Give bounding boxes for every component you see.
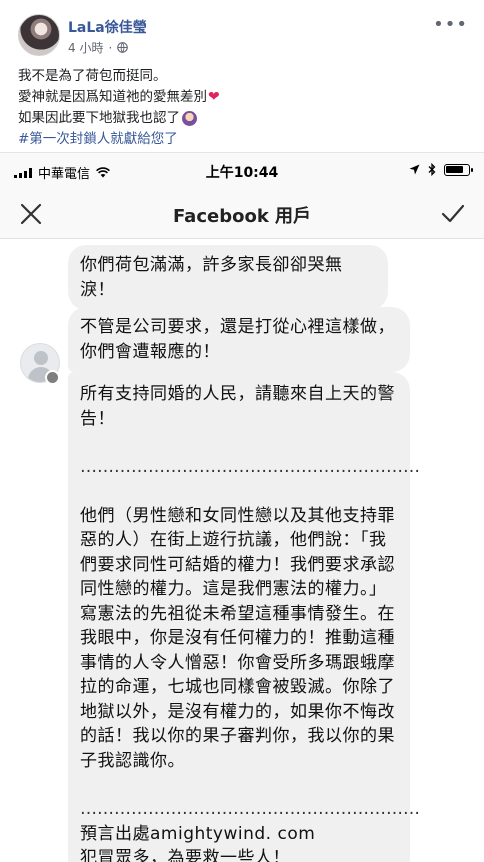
message-intro: 所有支持同婚的人民，請聽來自上天的警告！ xyxy=(80,384,395,429)
dotted-separator: …………………………………………………… xyxy=(80,799,420,819)
dotted-separator: …………………………………………………… xyxy=(80,457,420,477)
conversation-title: Facebook 用戶 xyxy=(172,206,312,227)
post-line-3: 如果因此要下地獄我也認了 xyxy=(18,110,180,126)
post-meta: 4 小時 · xyxy=(68,39,129,56)
author-avatar[interactable] xyxy=(18,14,60,56)
message-closing: 犯冒眾多，為要救一些人！ xyxy=(80,848,290,862)
post-line-2: 愛神就是因爲知道祂的愛無差別 xyxy=(18,89,207,105)
globe-icon xyxy=(117,42,129,53)
facebook-post: LaLa徐佳瑩 4 小時 · ••• 我不是為了荷包而挺同。 愛神就是因爲知道祂… xyxy=(0,0,484,152)
status-bar-right xyxy=(409,163,473,176)
post-text: 我不是為了荷包而挺同。 愛神就是因爲知道祂的愛無差別 ❤ 如果因此要下地獄我也認了… xyxy=(18,66,220,150)
message-bubble-long[interactable]: 所有支持同婚的人民，請聽來自上天的警告！ …………………………………………………… xyxy=(68,372,420,862)
dot-separator: · xyxy=(108,40,113,55)
person-shrugging-emoji-icon xyxy=(182,111,197,126)
battery-icon xyxy=(444,163,473,176)
message-bubble[interactable]: 不管是公司要求，還是打從心裡這樣做，你們會遭報應的！ xyxy=(68,307,410,372)
post-time[interactable]: 4 小時 xyxy=(68,39,103,56)
more-options-button[interactable]: ••• xyxy=(433,14,468,35)
status-bar: 中華電信 上午10:44 xyxy=(0,153,484,189)
bluetooth-icon xyxy=(428,163,436,176)
conversation-header: Facebook 用戶 xyxy=(0,189,484,239)
post-line-1: 我不是為了荷包而挺同。 xyxy=(18,68,167,84)
hashtag-link[interactable]: #第一次封鎖人就獻給您了 xyxy=(18,129,178,150)
location-arrow-icon xyxy=(409,164,420,175)
message-body: 他們（男性戀和女同性戀以及其他支持罪惡的人）在街上遊行抗議，他們說：「我們要求同… xyxy=(80,505,395,771)
message-thread[interactable]: 你們荷包滿滿，許多家長卻卻哭無淚！ 不管是公司要求，還是打從心裡這樣做，你們會遭… xyxy=(0,239,484,862)
author-name[interactable]: LaLa徐佳瑩 xyxy=(68,17,147,37)
attached-screenshot[interactable]: 中華電信 上午10:44 Facebook 用戶 你們荷包滿滿，許多家長卻卻哭無… xyxy=(0,152,484,862)
heart-emoji-icon: ❤ xyxy=(208,89,220,105)
messenger-badge-icon xyxy=(45,370,60,385)
message-bubble[interactable]: 你們荷包滿滿，許多家長卻卻哭無淚！ xyxy=(68,245,388,310)
message-source: 預言出處amightywind. com xyxy=(80,823,316,844)
checkmark-icon[interactable] xyxy=(440,201,466,227)
